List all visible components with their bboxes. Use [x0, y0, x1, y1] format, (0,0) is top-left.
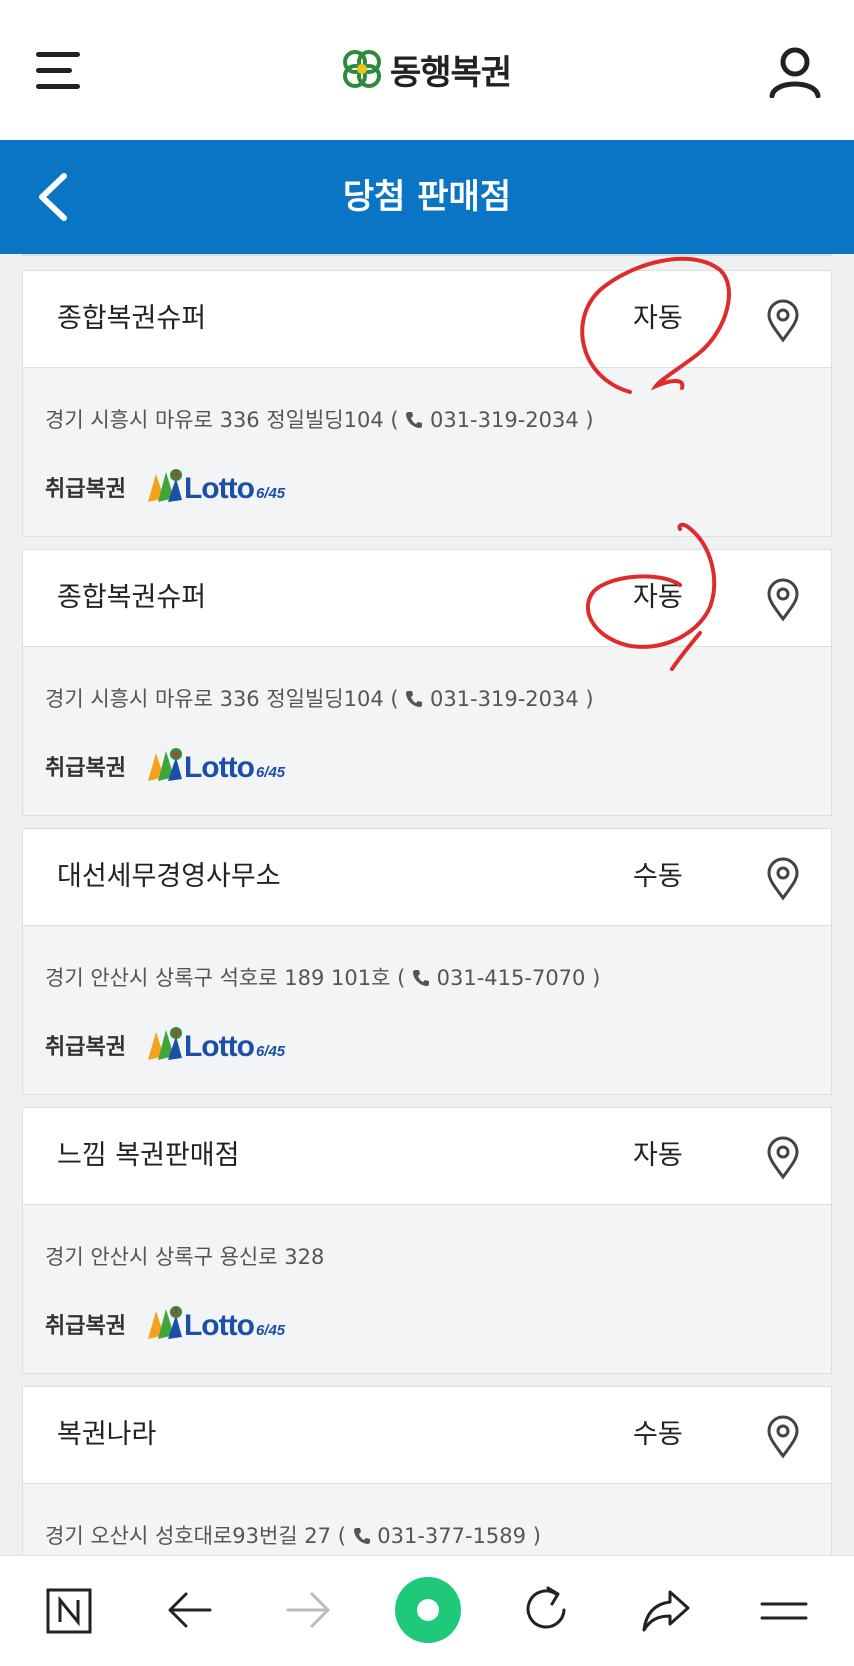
map-pin-icon[interactable] — [765, 578, 801, 622]
share-icon[interactable] — [636, 1580, 696, 1640]
store-card-body: 경기 안산시 상록구 석호로 189 101호 ( 031-415-7070 )… — [23, 926, 831, 1095]
page-title: 당첨 판매점 — [342, 177, 512, 217]
phone-number[interactable]: 031-377-1589 — [377, 1524, 526, 1548]
address-text: 경기 안산시 상록구 용신로 328 — [45, 1245, 325, 1269]
store-card-body: 경기 안산시 상록구 용신로 328 취급복권 Lotto 6/45 — [23, 1205, 831, 1374]
clover-logo-icon — [343, 50, 381, 88]
store-name: 종합복권슈퍼 — [57, 582, 207, 613]
hamburger-menu-icon[interactable] — [36, 52, 82, 92]
phone-icon — [353, 1528, 370, 1544]
store-address: 경기 시흥시 마유로 336 정일빌딩104 ( 031-319-2034 ) — [45, 404, 594, 434]
phone-icon — [412, 970, 429, 986]
lotto-word: Lotto — [183, 1309, 255, 1342]
purchase-method: 자동 — [633, 303, 683, 334]
store-card: 대선세무경영사무소 수동 경기 안산시 상록구 석호로 189 101호 ( 0… — [22, 828, 832, 1095]
lotto-word: Lotto — [183, 751, 255, 784]
naver-n-icon[interactable] — [40, 1580, 100, 1640]
store-card-body: 경기 시흥시 마유로 336 정일빌딩104 ( 031-319-2034 ) … — [23, 647, 831, 816]
store-name: 종합복권슈퍼 — [57, 303, 207, 334]
store-name: 복권나라 — [57, 1419, 157, 1450]
store-card-body: 경기 시흥시 마유로 336 정일빌딩104 ( 031-319-2034 ) … — [23, 368, 831, 537]
lottery-label: 취급복권 — [45, 477, 126, 502]
phone-icon — [406, 691, 423, 707]
address-text: 경기 시흥시 마유로 336 정일빌딩104 — [45, 408, 384, 432]
address-text: 경기 안산시 상록구 석호로 189 101호 — [45, 966, 391, 990]
lotto-clover-icon — [147, 1306, 182, 1339]
map-pin-icon[interactable] — [765, 1136, 801, 1180]
address-text: 경기 시흥시 마유로 336 정일빌딩104 — [45, 687, 384, 711]
address-text: 경기 오산시 성호대로93번길 27 — [45, 1524, 331, 1548]
lottery-types: 취급복권 Lotto 6/45 — [45, 1301, 285, 1347]
lotto-sub: 6/45 — [255, 485, 286, 502]
phone-icon — [406, 412, 423, 428]
phone-number[interactable]: 031-319-2034 — [430, 408, 579, 432]
lotto-clover-icon — [147, 1027, 182, 1060]
chevron-left-icon[interactable] — [34, 170, 74, 224]
map-pin-icon[interactable] — [765, 857, 801, 901]
store-list: 종합복권슈퍼 자동 경기 시흥시 마유로 336 정일빌딩104 ( 031-3… — [22, 254, 832, 1665]
map-pin-icon[interactable] — [765, 1415, 801, 1459]
lotto-645-logo: Lotto 6/45 — [144, 1026, 285, 1064]
phone-wrap: ( 031-415-7070 ) — [397, 966, 601, 990]
store-card-header[interactable]: 대선세무경영사무소 수동 — [23, 829, 831, 926]
store-address: 경기 안산시 상록구 용신로 328 — [45, 1241, 324, 1271]
refresh-icon[interactable] — [516, 1580, 576, 1640]
logo[interactable]: 동행복권 — [340, 44, 512, 94]
store-card-header[interactable]: 종합복권슈퍼 자동 — [23, 550, 831, 647]
lotto-645-logo: Lotto 6/45 — [144, 1305, 285, 1343]
phone-wrap: ( 031-319-2034 ) — [390, 408, 594, 432]
title-bar: 당첨 판매점 — [0, 140, 854, 254]
user-icon[interactable] — [768, 44, 822, 98]
lotto-clover-icon — [147, 748, 182, 781]
store-card-header[interactable]: 복권나라 수동 — [23, 1387, 831, 1484]
store-name: 느낌 복권판매점 — [57, 1140, 240, 1171]
top-app-bar: 동행복권 — [0, 0, 854, 140]
store-card: 느낌 복권판매점 자동 경기 안산시 상록구 용신로 328 취급복권 Lott… — [22, 1107, 832, 1374]
logo-text: 동행복권 — [390, 52, 512, 93]
menu-icon[interactable] — [754, 1580, 814, 1640]
phone-number[interactable]: 031-415-7070 — [437, 966, 586, 990]
purchase-method: 수동 — [633, 861, 683, 892]
store-address: 경기 오산시 성호대로93번길 27 ( 031-377-1589 ) — [45, 1520, 541, 1550]
store-card-header[interactable]: 종합복권슈퍼 자동 — [23, 271, 831, 368]
store-card: 종합복권슈퍼 자동 경기 시흥시 마유로 336 정일빌딩104 ( 031-3… — [22, 270, 832, 537]
browser-bottom-bar — [0, 1555, 854, 1666]
lotto-sub: 6/45 — [255, 1043, 286, 1060]
divider — [22, 254, 832, 256]
forward-arrow-icon[interactable] — [278, 1580, 338, 1640]
lotto-word: Lotto — [183, 472, 255, 505]
lotto-sub: 6/45 — [255, 764, 286, 781]
map-pin-icon[interactable] — [765, 299, 801, 343]
lotto-645-logo: Lotto 6/45 — [144, 468, 285, 506]
lottery-types: 취급복권 Lotto 6/45 — [45, 464, 285, 510]
lotto-clover-icon — [147, 469, 182, 502]
phone-wrap: ( 031-319-2034 ) — [390, 687, 594, 711]
back-arrow-icon[interactable] — [160, 1580, 220, 1640]
store-name: 대선세무경영사무소 — [57, 861, 281, 892]
purchase-method: 수동 — [633, 1419, 683, 1450]
lottery-types: 취급복권 Lotto 6/45 — [45, 743, 285, 789]
store-card-header[interactable]: 느낌 복권판매점 자동 — [23, 1108, 831, 1205]
lottery-label: 취급복권 — [45, 1314, 126, 1339]
purchase-method: 자동 — [633, 582, 683, 613]
lotto-sub: 6/45 — [255, 1322, 286, 1339]
store-address: 경기 안산시 상록구 석호로 189 101호 ( 031-415-7070 ) — [45, 962, 600, 992]
lottery-label: 취급복권 — [45, 1035, 126, 1060]
purchase-method: 자동 — [633, 1140, 683, 1171]
phone-wrap: ( 031-377-1589 ) — [337, 1524, 541, 1548]
store-address: 경기 시흥시 마유로 336 정일빌딩104 ( 031-319-2034 ) — [45, 683, 594, 713]
lottery-label: 취급복권 — [45, 756, 126, 781]
home-circle-icon[interactable] — [392, 1574, 464, 1646]
lotto-word: Lotto — [183, 1030, 255, 1063]
phone-number[interactable]: 031-319-2034 — [430, 687, 579, 711]
store-card: 종합복권슈퍼 자동 경기 시흥시 마유로 336 정일빌딩104 ( 031-3… — [22, 549, 832, 816]
lotto-645-logo: Lotto 6/45 — [144, 747, 285, 785]
lottery-types: 취급복권 Lotto 6/45 — [45, 1022, 285, 1068]
